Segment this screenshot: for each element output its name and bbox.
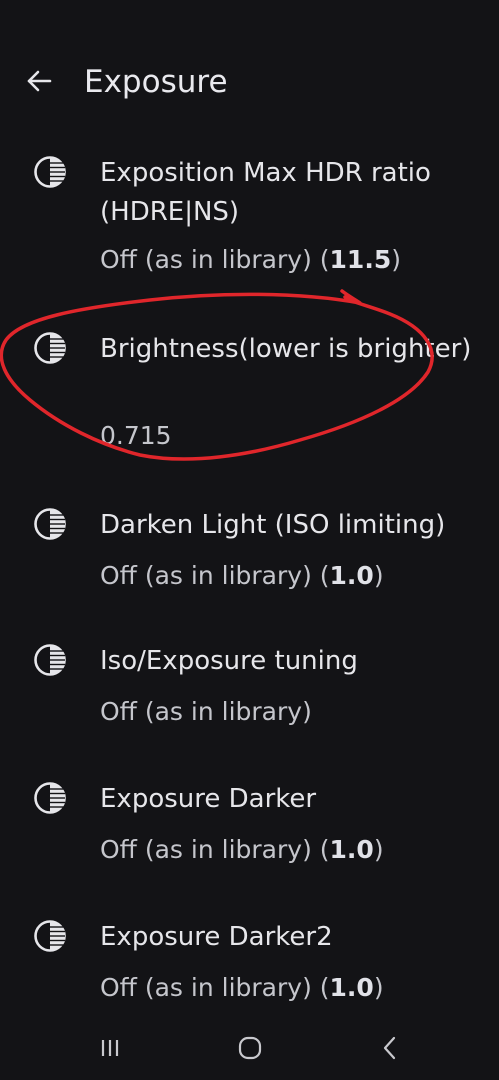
system-navigation-bar [0, 1022, 499, 1074]
preference-summary: Off (as in library) (1.0) [100, 835, 384, 864]
preference-value: 11.5 [329, 245, 392, 274]
home-icon [238, 1036, 262, 1060]
back-button[interactable] [22, 64, 56, 98]
preference-title: Iso/Exposure tuning [100, 646, 358, 676]
contrast-icon [34, 332, 66, 364]
page-title: Exposure [84, 64, 228, 100]
preference-item-exposure-darker2[interactable]: Exposure Darker2 Off (as in library) (1.… [0, 918, 499, 1008]
top-app-bar: Exposure [0, 50, 499, 114]
home-button[interactable] [230, 1028, 270, 1068]
preference-item-iso-exposure-tuning[interactable]: Iso/Exposure tuning Off (as in library) [0, 642, 499, 732]
preference-title: Darken Light (ISO limiting) [100, 510, 446, 540]
preference-summary: Off (as in library) [100, 697, 312, 726]
preference-title: Exposition Max HDR ratio (HDRE|NS) [100, 158, 431, 227]
contrast-icon [34, 782, 66, 814]
preference-item-brightness[interactable]: Brightness(lower is brighter) 0.715 [0, 330, 499, 460]
nav-back-icon [383, 1036, 396, 1060]
preference-summary: Off (as in library) (1.0) [100, 561, 384, 590]
recents-button[interactable] [90, 1028, 130, 1068]
arrow-back-icon [27, 70, 52, 92]
preference-item-darken-light[interactable]: Darken Light (ISO limiting) Off (as in l… [0, 506, 499, 596]
contrast-icon [34, 920, 66, 952]
contrast-icon [34, 508, 66, 540]
preference-title: Brightness(lower is brighter) [100, 334, 472, 364]
contrast-icon [34, 156, 66, 188]
recents-icon [101, 1040, 119, 1056]
preference-value: 1.0 [329, 561, 374, 590]
preference-title: Exposure Darker2 [100, 922, 333, 952]
preference-item-exposure-darker[interactable]: Exposure Darker Off (as in library) (1.0… [0, 780, 499, 870]
preference-title: Exposure Darker [100, 784, 317, 814]
preference-value: 1.0 [329, 835, 374, 864]
preference-summary: Off (as in library) (11.5) [100, 245, 401, 274]
preference-summary: 0.715 [100, 421, 172, 450]
contrast-icon [34, 644, 66, 676]
preference-summary: Off (as in library) (1.0) [100, 973, 384, 1002]
preference-item-max-hdr-ratio[interactable]: Exposition Max HDR ratio (HDRE|NS) Off (… [0, 154, 499, 284]
preference-value: 1.0 [329, 973, 374, 1002]
nav-back-button[interactable] [370, 1028, 410, 1068]
